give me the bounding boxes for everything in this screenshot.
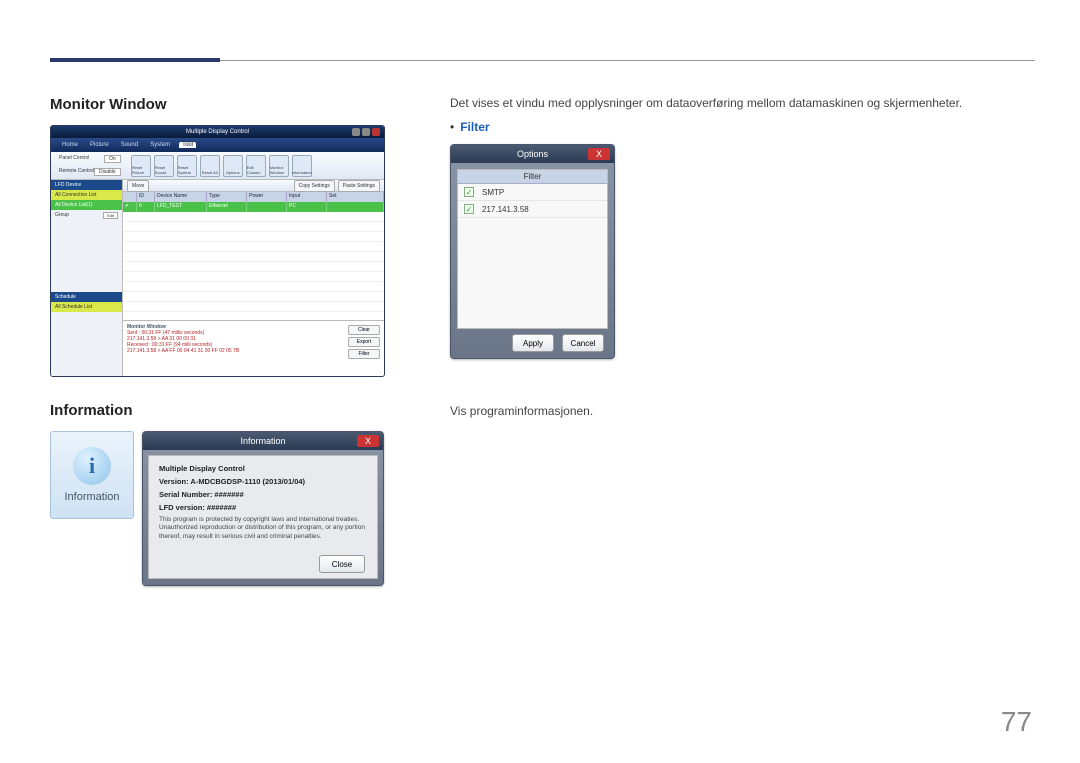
- monitor-pane: Monitor Window Sent : 00:31:FF (47 milli…: [123, 320, 384, 377]
- remote-control-label: Remote Control: [59, 168, 94, 176]
- filter-header: Filter: [458, 170, 607, 184]
- information-desc: Vis programinformasjonen.: [450, 404, 1035, 418]
- info-tile-label: Information: [64, 491, 119, 503]
- info-icon: i: [73, 447, 111, 485]
- sidebar-schedule-header: Schedule: [51, 292, 122, 302]
- toolbar: Panel Control On Remote ControlDisable Re…: [51, 152, 384, 180]
- sidebar: LFD Device All Connection List All Devic…: [51, 180, 123, 377]
- reset-sound-icon[interactable]: Reset Sound: [154, 155, 174, 177]
- group-edit-button[interactable]: Edit: [103, 212, 118, 219]
- copy-settings-button[interactable]: Copy Settings: [294, 180, 335, 192]
- reset-system-icon[interactable]: Reset System: [177, 155, 197, 177]
- info-dialog-title: Information X: [143, 432, 383, 450]
- reset-all-icon[interactable]: Reset All: [200, 155, 220, 177]
- clear-button[interactable]: Clear: [348, 325, 380, 335]
- page-number: 77: [1001, 706, 1032, 738]
- filter-dialog-title: Options X: [451, 145, 614, 163]
- information-heading: Information: [50, 402, 420, 419]
- sidebar-all-device[interactable]: All Device List(1): [51, 200, 122, 210]
- header-rule: [50, 60, 1035, 61]
- filter-bullet: •Filter: [450, 120, 1035, 134]
- grid-empty-area: [123, 212, 384, 320]
- tab-sound[interactable]: Sound: [118, 142, 141, 148]
- app-mock-screenshot: Multiple Display Control Home Picture So…: [50, 125, 385, 377]
- reset-picture-icon[interactable]: Reset Picture: [131, 155, 151, 177]
- apply-button[interactable]: Apply: [512, 334, 554, 352]
- move-button[interactable]: Move: [127, 180, 149, 192]
- close-icon[interactable]: X: [357, 435, 379, 447]
- filter-dialog: Options X Filter ✓ SMTP ✓ 217.141.3.58 A…: [450, 144, 615, 359]
- monitor-window-desc: Det vises et vindu med opplysninger om d…: [450, 96, 1035, 110]
- panel-control-label: Panel Control: [59, 155, 89, 163]
- app-title-text: Multiple Display Control: [186, 129, 249, 135]
- sidebar-all-connection[interactable]: All Connection List: [51, 190, 122, 200]
- tab-home[interactable]: Home: [59, 142, 81, 148]
- sidebar-lfd-header: LFD Device: [51, 180, 122, 190]
- information-dialog: Information X Multiple Display Control V…: [142, 431, 384, 586]
- header-accent: [50, 58, 220, 62]
- cancel-button[interactable]: Cancel: [562, 334, 604, 352]
- monitor-window-icon[interactable]: Monitor Window: [269, 155, 289, 177]
- remote-control-value[interactable]: Disable: [94, 168, 121, 176]
- panel-control-value[interactable]: On: [104, 155, 121, 163]
- options-icon[interactable]: Options: [223, 155, 243, 177]
- filter-row-smtp[interactable]: ✓ SMTP: [458, 184, 607, 201]
- tab-system[interactable]: System: [147, 142, 173, 148]
- tab-picture[interactable]: Picture: [87, 142, 112, 148]
- monitor-window-heading: Monitor Window: [50, 96, 420, 113]
- app-titlebar: Multiple Display Control: [51, 126, 384, 138]
- edit-column-icon[interactable]: Edit Column: [246, 155, 266, 177]
- checkbox-icon[interactable]: ✓: [464, 204, 474, 214]
- info-serial: Serial Number: #######: [159, 490, 244, 499]
- app-tabs: Home Picture Sound System Tool: [51, 138, 384, 152]
- info-program-name: Multiple Display Control: [159, 464, 245, 473]
- sidebar-group[interactable]: Group Edit: [51, 210, 122, 220]
- filter-row-ip[interactable]: ✓ 217.141.3.58: [458, 201, 607, 218]
- close-button[interactable]: Close: [319, 555, 365, 573]
- information-tile[interactable]: i Information: [50, 431, 134, 519]
- info-legal-text: This program is protected by copyright l…: [159, 516, 367, 541]
- paste-settings-button[interactable]: Paste Settings: [338, 180, 380, 192]
- sidebar-all-schedule[interactable]: All Schedule List: [51, 302, 122, 312]
- info-version: Version: A-MDCBGDSP-1110 (2013/01/04): [159, 477, 305, 486]
- monitor-line: 217.141.3.58 > AA FF 00 04 41 31 00 FF 0…: [127, 348, 380, 354]
- export-button[interactable]: Export: [348, 337, 380, 347]
- filter-button[interactable]: Filter: [348, 349, 380, 359]
- checkbox-icon[interactable]: ✓: [464, 187, 474, 197]
- window-buttons: [352, 128, 380, 136]
- close-icon[interactable]: X: [588, 148, 610, 160]
- information-icon[interactable]: Information: [292, 155, 312, 177]
- grid-row[interactable]: ✔ 0 LFD_TEST Ethernet PC: [123, 202, 384, 212]
- info-lfd-version: LFD version: #######: [159, 503, 236, 512]
- grid-header: ID Device Name Type Power Input Set: [123, 192, 384, 202]
- tab-tool[interactable]: Tool: [179, 142, 196, 148]
